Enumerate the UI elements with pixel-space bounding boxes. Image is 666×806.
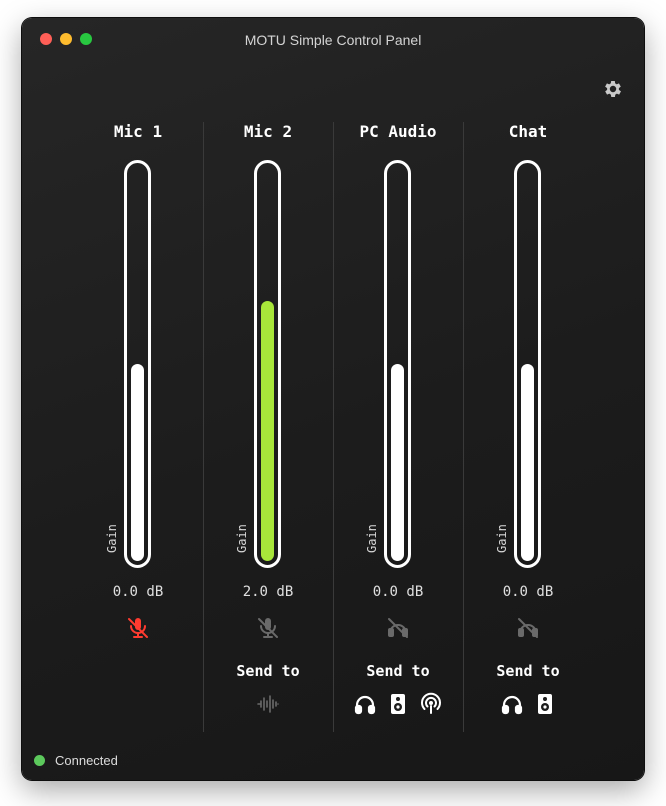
send-destinations [203,692,333,718]
gain-fader[interactable]: Gain [495,160,541,568]
gain-db-value: 2.0 dB [242,584,294,600]
gain-db-value: 0.0 dB [502,584,554,600]
send-destinations [463,692,593,718]
waveform-icon[interactable] [256,692,280,716]
gain-label: Gain [365,524,379,553]
speaker-muted-icon[interactable] [516,616,540,640]
app-window: MOTU Simple Control Panel Mic 1 Gain 0.0 d… [22,18,644,780]
podcast-icon[interactable] [419,692,443,716]
headphones-icon[interactable] [500,692,524,716]
channel-name: Chat [508,122,548,141]
gain-db-value: 0.0 dB [112,584,164,600]
title-bar: MOTU Simple Control Panel [22,18,644,62]
send-to-label: Send to [496,662,560,680]
channel-strip: Mic 2 Gain 2.0 dB Send to [203,122,333,732]
send-destinations [333,692,463,718]
speaker-icon[interactable] [533,692,557,716]
mic-muted-icon[interactable] [256,616,280,640]
headphones-icon[interactable] [353,692,377,716]
send-to-label: Send to [236,662,300,680]
mic-muted-icon[interactable] [126,616,150,640]
channel-strip: Chat Gain 0.0 dB Send to [463,122,593,732]
gain-fader[interactable]: Gain [105,160,151,568]
connection-status: Connected [34,750,118,770]
channel-strip: PC Audio Gain 0.0 dB Send to [333,122,463,732]
gain-level-fill [521,364,534,561]
gain-db-value: 0.0 dB [372,584,424,600]
status-dot-icon [34,754,45,766]
speaker-muted-icon[interactable] [386,616,410,640]
gain-fader[interactable]: Gain [235,160,281,568]
window-title: MOTU Simple Control Panel [244,32,422,48]
channel-name: PC Audio [359,122,437,141]
channel-name: Mic 2 [243,122,293,141]
gain-level-fill [261,301,274,561]
gain-level-fill [391,364,404,561]
gain-label: Gain [235,524,249,553]
gain-fader[interactable]: Gain [365,160,411,568]
send-to-label: Send to [366,662,430,680]
speaker-icon[interactable] [386,692,410,716]
status-text: Connected [55,752,118,768]
channel-strip: Mic 1 Gain 0.0 dB [73,122,203,732]
gain-label: Gain [105,524,119,553]
settings-gear-icon[interactable] [602,78,624,100]
gain-label: Gain [495,524,509,553]
channel-name: Mic 1 [113,122,163,141]
gain-level-fill [131,364,144,561]
